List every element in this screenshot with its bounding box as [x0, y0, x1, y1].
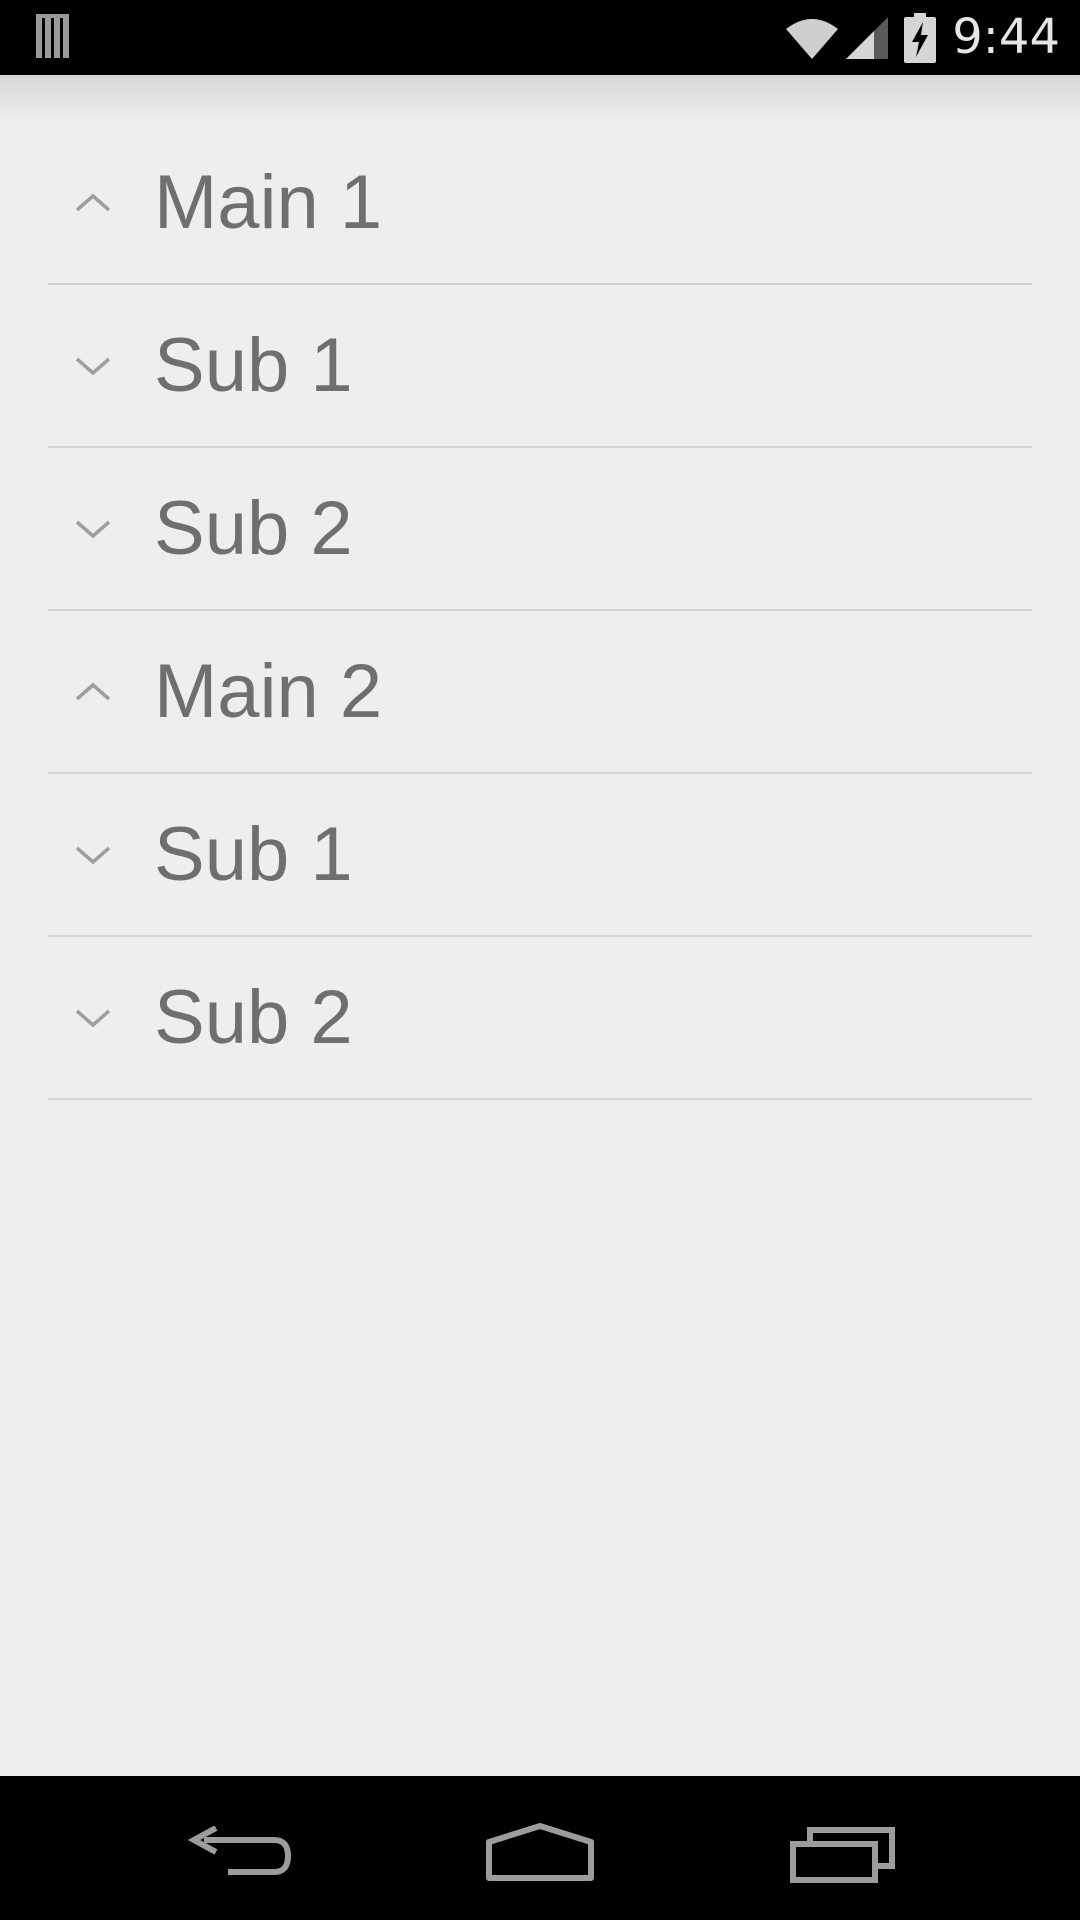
- list-child-sub-2[interactable]: Sub 2: [48, 937, 1032, 1100]
- chevron-up-icon: [75, 193, 111, 212]
- status-time: 9:44: [952, 9, 1060, 65]
- list-group-main-1[interactable]: Main 1: [48, 122, 1032, 285]
- back-button[interactable]: [130, 1776, 350, 1920]
- back-icon: [188, 1826, 292, 1875]
- list-item-label: Sub 2: [154, 486, 353, 571]
- battery-charging-icon: [904, 12, 937, 63]
- list-item-label: Main 1: [154, 160, 383, 245]
- expandable-list: Main 1 Sub 1 Sub 2 Main 2 Sub 1 Sub 2: [48, 122, 1032, 1100]
- home-icon: [486, 1823, 594, 1881]
- navigation-bar: [0, 1776, 1080, 1920]
- home-button[interactable]: [430, 1776, 650, 1920]
- recents-button[interactable]: [730, 1776, 950, 1920]
- list-item-label: Sub 1: [154, 323, 353, 408]
- wifi-icon: [786, 18, 839, 59]
- recents-icon: [790, 1827, 895, 1883]
- status-icons: 9:44: [784, 0, 1080, 75]
- status-bar: 9:44: [0, 0, 1080, 75]
- chevron-down-icon: [75, 520, 111, 539]
- status-bar-shadow: [0, 75, 1080, 119]
- list-item-label: Sub 2: [154, 975, 353, 1060]
- list-group-main-2[interactable]: Main 2: [48, 611, 1032, 774]
- chevron-down-icon: [75, 1009, 111, 1028]
- list-item-label: Main 2: [154, 649, 383, 734]
- cell-signal-icon: [846, 16, 889, 59]
- chevron-up-icon: [75, 682, 111, 701]
- notification-storage-icon: [36, 14, 69, 58]
- list-child-sub-1[interactable]: Sub 1: [48, 285, 1032, 448]
- list-child-sub-2[interactable]: Sub 2: [48, 448, 1032, 611]
- list-item-label: Sub 1: [154, 812, 353, 897]
- chevron-down-icon: [75, 357, 111, 376]
- chevron-down-icon: [75, 846, 111, 865]
- list-child-sub-1[interactable]: Sub 1: [48, 774, 1032, 937]
